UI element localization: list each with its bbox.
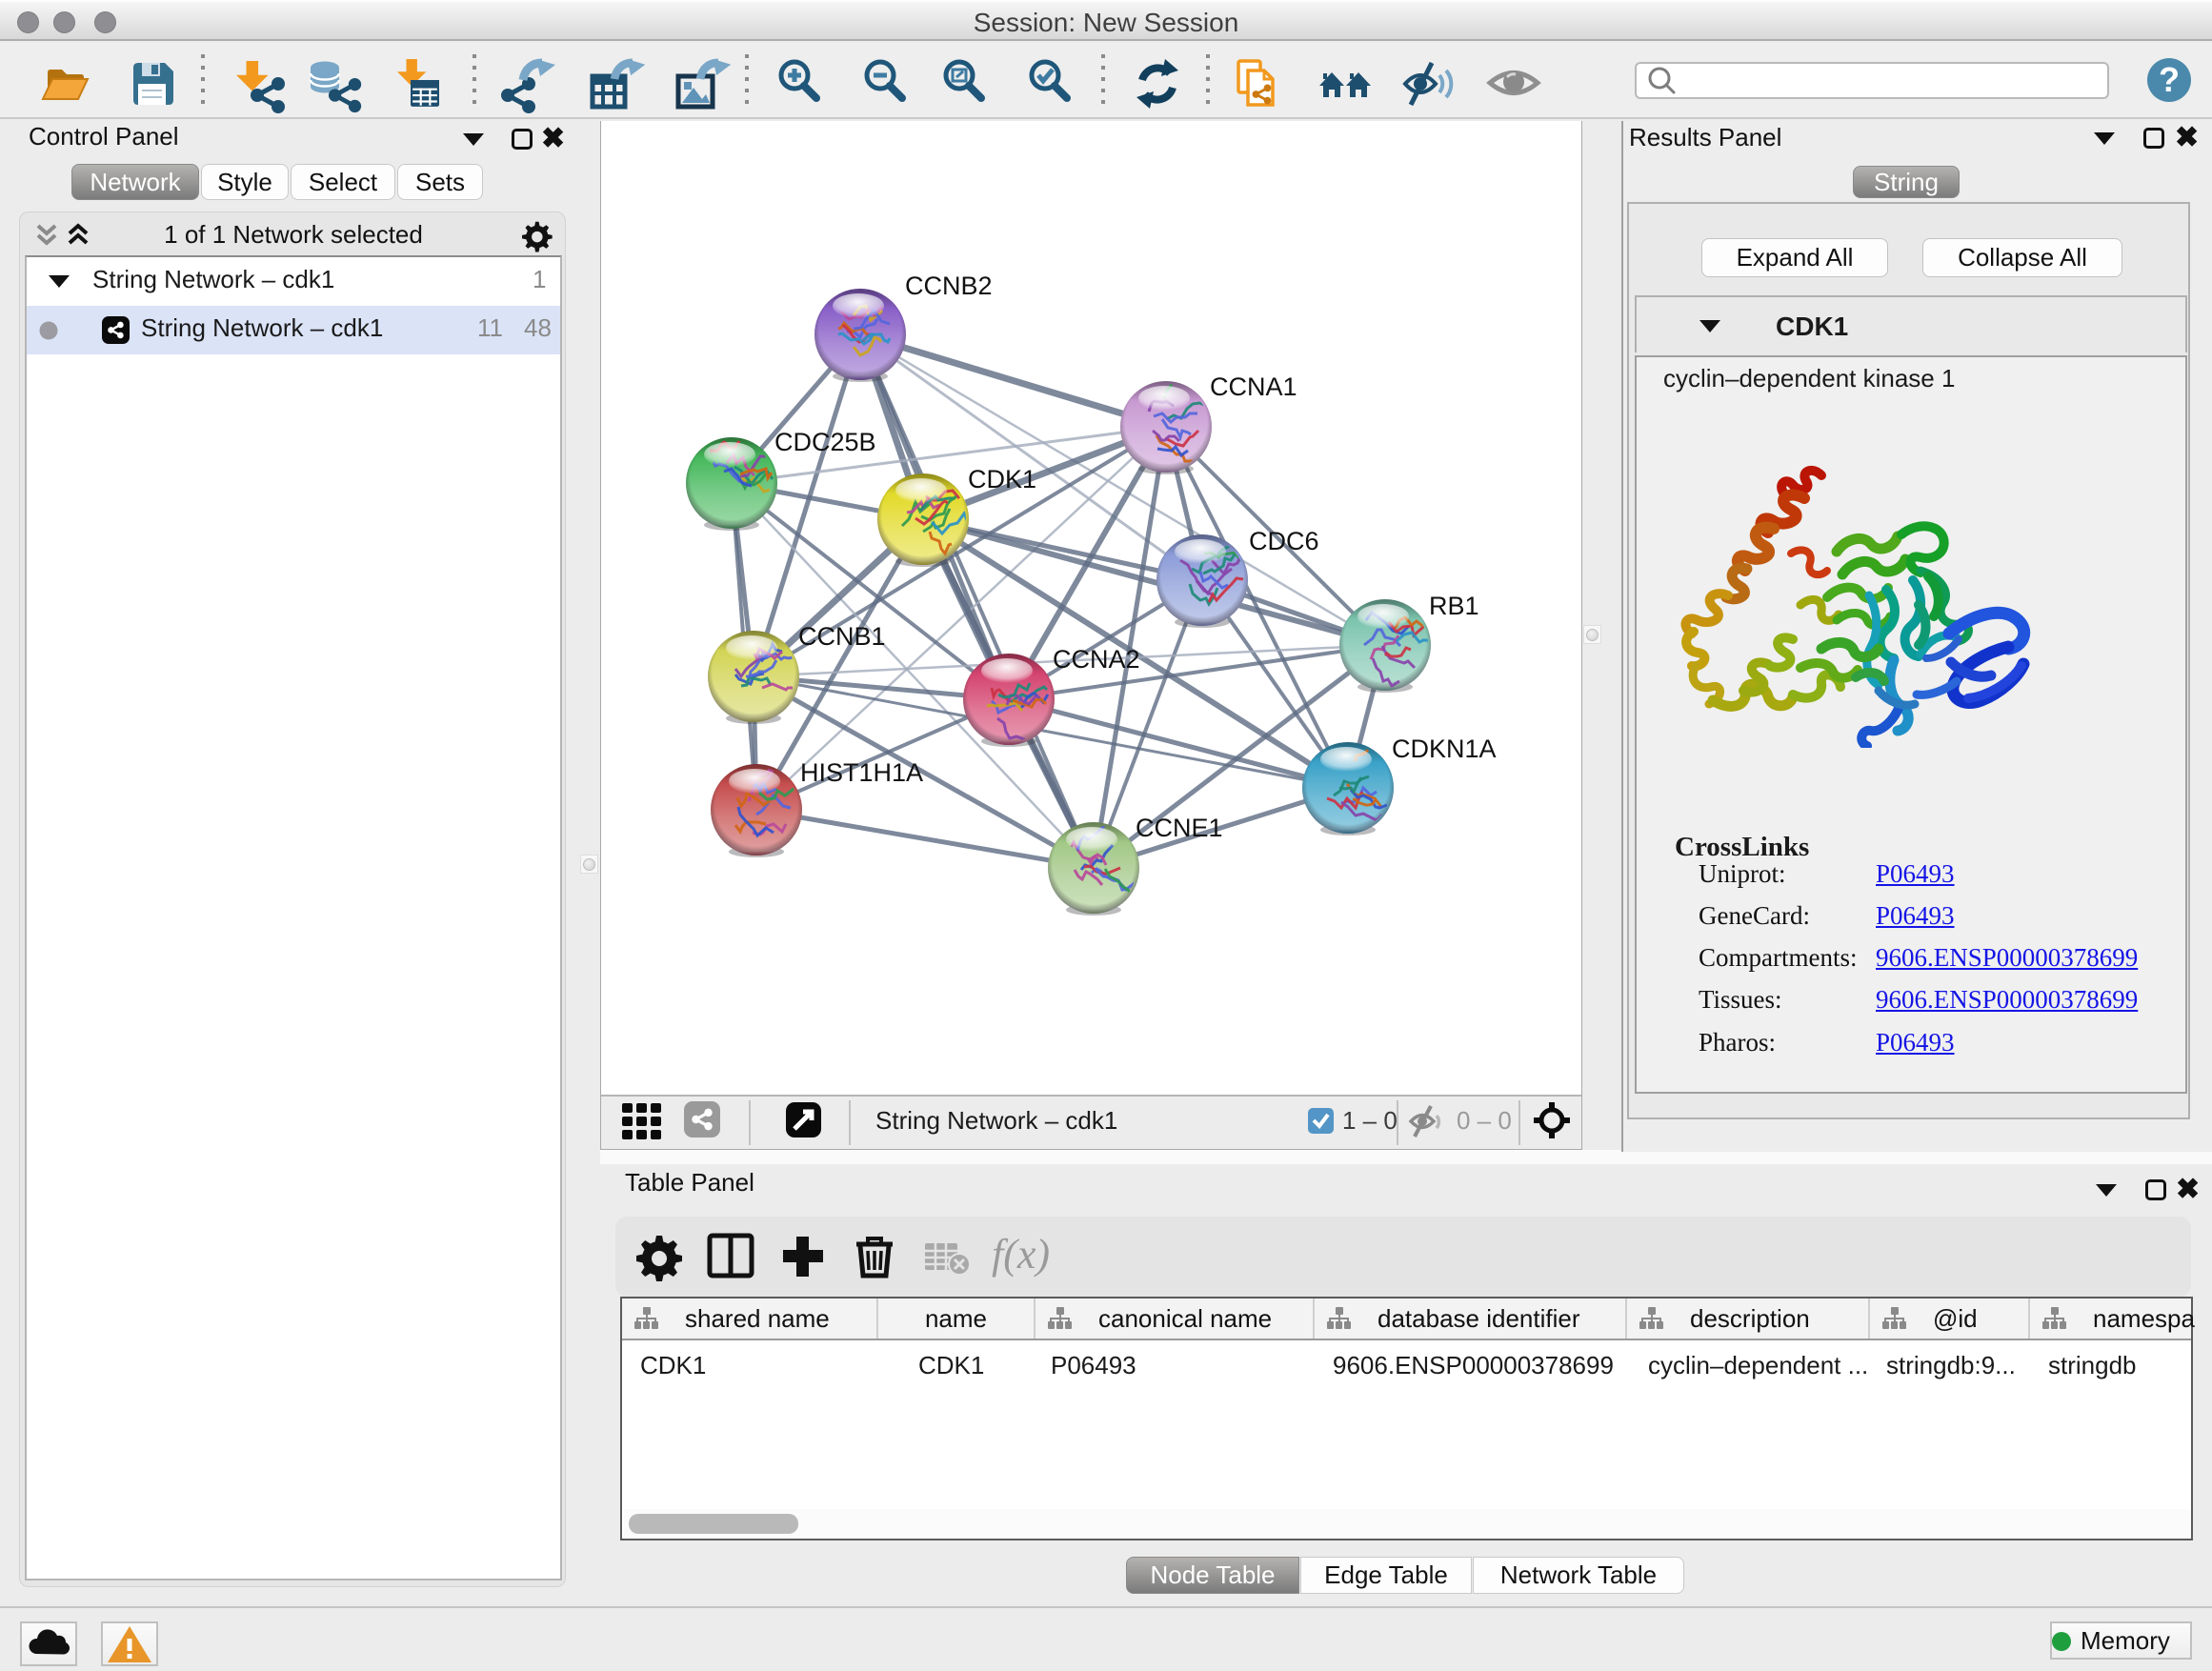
svg-text:?: ? — [2159, 60, 2180, 99]
svg-text:f(x): f(x) — [992, 1231, 1050, 1278]
svg-text:CCNA1: CCNA1 — [1210, 372, 1297, 401]
svg-text:CDK1: CDK1 — [968, 465, 1036, 493]
svg-text:String Network – cdk1: String Network – cdk1 — [875, 1106, 1117, 1135]
svg-text:1 of 1 Network selected: 1 of 1 Network selected — [164, 220, 423, 249]
svg-text:CCNA2: CCNA2 — [1053, 645, 1140, 674]
svg-text:RB1: RB1 — [1429, 592, 1479, 620]
svg-text:CCNB2: CCNB2 — [905, 272, 993, 300]
svg-text:HIST1H1A: HIST1H1A — [800, 758, 923, 787]
svg-text:CCNB1: CCNB1 — [798, 622, 886, 651]
svg-text:CDC6: CDC6 — [1249, 527, 1319, 555]
svg-text:1 – 0: 1 – 0 — [1342, 1106, 1398, 1135]
svg-text:CCNE1: CCNE1 — [1136, 814, 1223, 842]
svg-text:CDKN1A: CDKN1A — [1392, 735, 1497, 763]
svg-text:CDC25B: CDC25B — [774, 428, 876, 456]
svg-text:0 – 0: 0 – 0 — [1457, 1106, 1512, 1135]
